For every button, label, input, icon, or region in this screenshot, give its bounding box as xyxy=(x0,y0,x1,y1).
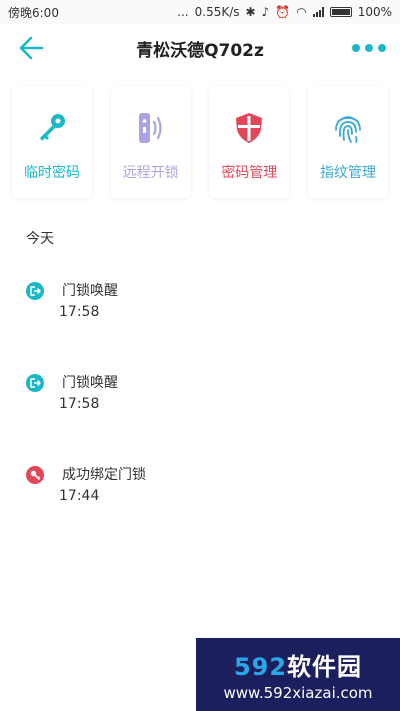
back-button[interactable] xyxy=(16,32,48,64)
exit-door-icon xyxy=(26,282,44,300)
remote-icon xyxy=(133,110,169,146)
app-header: 青松沃德Q702z xyxy=(0,24,400,72)
record-time: 17:58 xyxy=(59,304,100,320)
record-text: 成功绑定门锁 xyxy=(62,467,146,483)
shield-icon xyxy=(231,110,267,146)
alarm-icon: ⏰ xyxy=(275,5,291,19)
bluetooth-icon: ✱ xyxy=(245,5,256,19)
status-indicators: ... 0.55K/s ✱ ♪ ⏰ ◠ 100% xyxy=(177,5,392,19)
page-title: 青松沃德Q702z xyxy=(136,40,264,61)
watermark-logo: 592软件园 www.592xiazai.com xyxy=(196,638,400,711)
record-text: 门锁唤醒 xyxy=(62,375,118,391)
key-icon xyxy=(34,110,70,146)
section-title-today: 今天 xyxy=(26,231,54,247)
key-icon xyxy=(26,466,44,484)
function-tiles: 临时密码 远程开锁 密码管理 指纹管理 xyxy=(12,86,388,198)
fingerprint-icon xyxy=(330,110,366,146)
tile-password-management[interactable]: 密码管理 xyxy=(209,86,290,198)
status-dots: ... xyxy=(177,5,189,19)
exit-door-icon xyxy=(26,374,44,392)
status-bar: 傍晚6:00 ... 0.55K/s ✱ ♪ ⏰ ◠ 100% xyxy=(0,0,400,24)
status-time: 傍晚6:00 xyxy=(8,5,59,20)
more-dot xyxy=(378,44,386,52)
record-time: 17:44 xyxy=(59,488,100,504)
signal-icon xyxy=(312,7,324,17)
tile-label: 密码管理 xyxy=(221,165,278,181)
battery-icon xyxy=(329,7,352,17)
network-speed: 0.55K/s xyxy=(194,5,240,19)
watermark-brand-text: 软件园 xyxy=(287,653,363,681)
watermark-brand: 592软件园 xyxy=(234,647,362,682)
tile-temporary-password[interactable]: 临时密码 xyxy=(12,86,92,198)
tile-remote-unlock[interactable]: 远程开锁 xyxy=(110,86,191,198)
wifi-icon: ◠ xyxy=(296,5,307,19)
more-button[interactable] xyxy=(352,36,386,60)
tile-label: 临时密码 xyxy=(24,165,80,181)
tile-label: 远程开锁 xyxy=(122,165,179,181)
tile-fingerprint-management[interactable]: 指纹管理 xyxy=(307,86,388,198)
mute-icon: ♪ xyxy=(261,5,270,19)
watermark-url: www.592xiazai.com xyxy=(223,684,373,702)
more-dot xyxy=(365,44,373,52)
record-text: 门锁唤醒 xyxy=(62,283,118,299)
tile-label: 指纹管理 xyxy=(319,165,376,181)
more-dot xyxy=(352,44,360,52)
record-time: 17:58 xyxy=(59,396,100,412)
arrow-left-icon xyxy=(19,36,44,60)
battery-percent: 100% xyxy=(357,5,392,19)
watermark-brand-number: 592 xyxy=(233,653,288,681)
